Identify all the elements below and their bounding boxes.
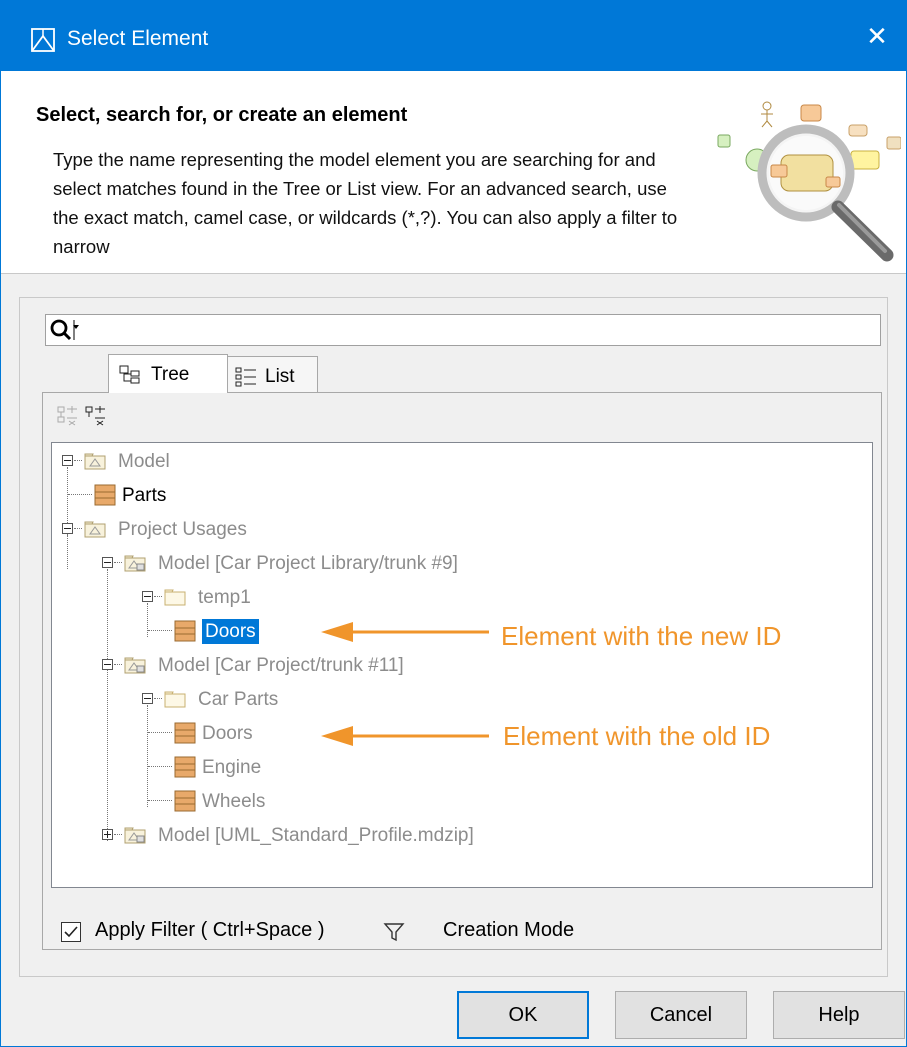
folder-icon <box>164 588 186 611</box>
tree-connector-line <box>68 494 92 495</box>
tree-connector-line <box>74 528 82 529</box>
ok-button[interactable]: OK <box>457 991 589 1039</box>
collapse-all-icon[interactable] <box>57 405 79 427</box>
tree-node-label: Doors <box>202 619 259 644</box>
tree-node[interactable]: Engine <box>52 752 852 782</box>
title-bar: Select Element ✕ <box>1 1 906 71</box>
class-icon <box>174 620 196 647</box>
used-project-icon <box>124 826 146 849</box>
collapse-node-icon[interactable] <box>142 591 153 602</box>
filter-icon[interactable] <box>383 921 405 948</box>
search-box[interactable] <box>45 314 881 346</box>
tree-node[interactable]: Wheels <box>52 786 852 816</box>
tree-connector-line <box>148 800 172 801</box>
used-project-icon <box>124 554 146 577</box>
tab-list-label: List <box>265 366 295 387</box>
help-button[interactable]: Help <box>773 991 905 1039</box>
tree-node[interactable]: Model [Car Project Library/trunk #9] <box>52 548 852 578</box>
tree-connector-line <box>148 732 172 733</box>
creation-mode-link[interactable]: Creation Mode <box>443 919 574 942</box>
class-icon <box>94 484 116 511</box>
tree-node-label: Model [Car Project Library/trunk #9] <box>158 553 458 574</box>
search-input[interactable] <box>94 317 878 343</box>
search-illustration-icon <box>717 101 901 262</box>
tree-node[interactable]: Parts <box>52 480 852 510</box>
folder-icon <box>164 690 186 713</box>
tree-node-label: Model [UML_Standard_Profile.mdzip] <box>158 825 474 846</box>
collapse-node-icon[interactable] <box>102 659 113 670</box>
class-icon <box>174 790 196 817</box>
tree-connector-line <box>114 834 122 835</box>
tree-connector-line <box>148 630 172 631</box>
tree-node-label: temp1 <box>198 587 251 608</box>
select-element-dialog: Select Element ✕ Select, search for, or … <box>0 0 907 1047</box>
used-project-icon <box>124 656 146 679</box>
tree-node[interactable]: Model <box>52 446 852 476</box>
collapse-node-icon[interactable] <box>102 557 113 568</box>
checkmark-icon <box>64 926 78 938</box>
window-title: Select Element <box>67 27 209 50</box>
class-icon <box>174 722 196 749</box>
tree-node[interactable]: Model [UML_Standard_Profile.mdzip] <box>52 820 852 850</box>
collapse-node-icon[interactable] <box>142 693 153 704</box>
tree-view-icon <box>119 365 141 391</box>
apply-filter-checkbox[interactable] <box>61 922 81 942</box>
tree-connector-line <box>114 664 122 665</box>
apply-filter-label: Apply Filter ( Ctrl+Space ) <box>95 919 325 941</box>
package-icon <box>84 452 106 475</box>
tree-node-label: Doors <box>202 723 253 744</box>
tree-connector-line <box>154 698 162 699</box>
annotation-old-id: Element with the old ID <box>503 721 771 751</box>
package-icon <box>84 520 106 543</box>
tree-node-label: Wheels <box>202 791 266 812</box>
tab-list[interactable]: List <box>224 356 318 395</box>
tree-node[interactable]: Project Usages <box>52 514 852 544</box>
header-description: Type the name representing the model ele… <box>53 149 678 257</box>
expand-all-icon[interactable] <box>85 405 107 427</box>
cancel-button[interactable]: Cancel <box>615 991 747 1039</box>
tree-node-label: Parts <box>122 485 167 506</box>
tree-node-label: Car Parts <box>198 689 279 710</box>
tree-connector-line <box>154 596 162 597</box>
collapse-node-icon[interactable] <box>62 455 73 466</box>
tab-tree[interactable]: Tree <box>108 354 228 393</box>
collapse-node-icon[interactable] <box>62 523 73 534</box>
expand-node-icon[interactable] <box>102 829 113 840</box>
search-icon[interactable] <box>49 318 83 347</box>
tree-node-label: Model <box>118 451 170 472</box>
header-panel: Select, search for, or create an element… <box>1 71 906 274</box>
tree-connector-line <box>74 460 82 461</box>
header-title: Select, search for, or create an element <box>36 104 408 126</box>
tree-node[interactable]: temp1 <box>52 582 852 612</box>
annotation-new-id: Element with the new ID <box>501 621 782 651</box>
class-icon <box>174 756 196 783</box>
tree-connector-line <box>114 562 122 563</box>
annotation-arrows <box>321 622 489 746</box>
tree-node-label: Engine <box>202 757 262 778</box>
tree-node-label: Project Usages <box>118 519 247 540</box>
close-icon[interactable]: ✕ <box>862 21 892 51</box>
app-icon <box>31 28 55 57</box>
tab-tree-label: Tree <box>151 364 190 385</box>
list-view-icon <box>235 367 257 393</box>
tree-connector-line <box>148 766 172 767</box>
